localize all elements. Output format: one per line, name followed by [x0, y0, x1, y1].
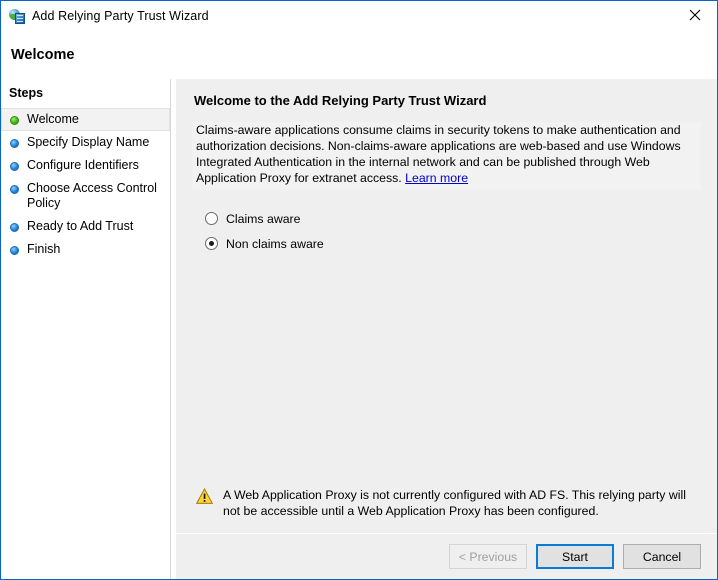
- step-bullet-icon: [10, 139, 19, 148]
- close-icon: [689, 9, 701, 21]
- page-header: Welcome: [1, 30, 717, 79]
- content-spacer: [192, 256, 701, 487]
- right-side: Welcome to the Add Relying Party Trust W…: [171, 79, 717, 579]
- content-panel: Welcome to the Add Relying Party Trust W…: [176, 79, 717, 534]
- step-bullet-icon: [10, 116, 19, 125]
- claims-awareness-radio-group: Claims aware Non claims aware: [205, 206, 701, 256]
- sidebar-item-configure-identifiers[interactable]: Configure Identifiers: [1, 154, 170, 177]
- sidebar-item-label: Ready to Add Trust: [27, 219, 133, 234]
- radio-option-non-claims-aware[interactable]: Non claims aware: [205, 231, 701, 256]
- step-bullet-icon: [10, 185, 19, 194]
- warning-text: A Web Application Proxy is not currently…: [223, 487, 691, 519]
- title-bar: Add Relying Party Trust Wizard: [1, 1, 717, 30]
- wizard-window: Add Relying Party Trust Wizard Welcome S…: [0, 0, 718, 580]
- steps-title: Steps: [1, 79, 170, 108]
- radio-label: Non claims aware: [226, 237, 324, 251]
- start-button[interactable]: Start: [536, 544, 614, 569]
- sidebar-item-label: Configure Identifiers: [27, 158, 139, 173]
- sidebar-item-specify-display-name[interactable]: Specify Display Name: [1, 131, 170, 154]
- sidebar-item-label: Finish: [27, 242, 60, 257]
- window-title: Add Relying Party Trust Wizard: [32, 9, 209, 23]
- sidebar-item-label: Choose Access Control Policy: [27, 181, 163, 211]
- step-bullet-icon: [10, 162, 19, 171]
- step-bullet-icon: [10, 223, 19, 232]
- description-paragraph: Claims-aware applications consume claims…: [196, 122, 695, 186]
- description-box: Claims-aware applications consume claims…: [192, 122, 701, 190]
- warning-message: A Web Application Proxy is not currently…: [192, 487, 701, 533]
- window-body: Steps Welcome Specify Display Name Confi…: [1, 79, 717, 579]
- page-title: Welcome: [11, 47, 74, 63]
- step-bullet-icon: [10, 246, 19, 255]
- cancel-button[interactable]: Cancel: [623, 544, 701, 569]
- sidebar-item-welcome[interactable]: Welcome: [1, 108, 170, 131]
- sidebar-item-choose-access-control-policy[interactable]: Choose Access Control Policy: [1, 177, 170, 215]
- sidebar-item-label: Specify Display Name: [27, 135, 149, 150]
- close-button[interactable]: [672, 1, 717, 29]
- radio-icon[interactable]: [205, 212, 218, 225]
- sidebar-item-ready-to-add-trust[interactable]: Ready to Add Trust: [1, 215, 170, 238]
- steps-panel: Steps Welcome Specify Display Name Confi…: [1, 79, 171, 579]
- warning-triangle-icon: [196, 488, 213, 505]
- content-heading: Welcome to the Add Relying Party Trust W…: [194, 93, 701, 108]
- radio-icon[interactable]: [205, 237, 218, 250]
- button-bar: < Previous Start Cancel: [176, 534, 717, 579]
- wizard-globe-server-icon: [9, 8, 25, 24]
- previous-button[interactable]: < Previous: [449, 544, 527, 569]
- sidebar-item-label: Welcome: [27, 112, 79, 127]
- radio-option-claims-aware[interactable]: Claims aware: [205, 206, 701, 231]
- learn-more-link[interactable]: Learn more: [405, 171, 468, 185]
- radio-label: Claims aware: [226, 212, 300, 226]
- sidebar-item-finish[interactable]: Finish: [1, 238, 170, 261]
